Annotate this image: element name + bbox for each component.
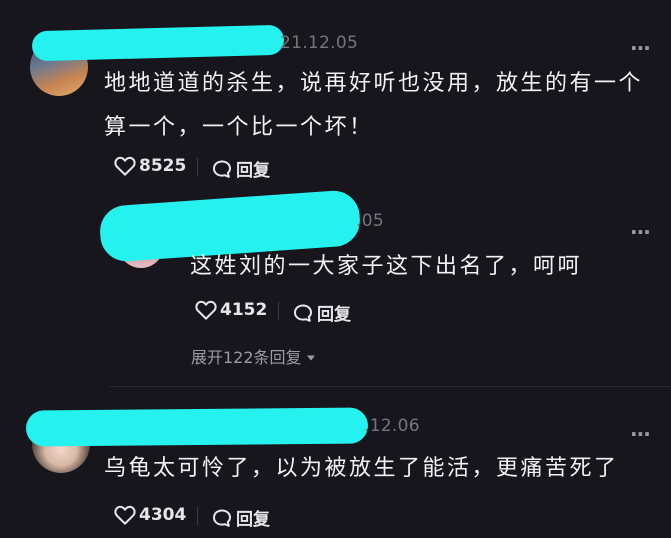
comment-date: .12.06	[364, 416, 420, 436]
username-redaction	[25, 407, 369, 447]
like-button[interactable]: 8525	[114, 156, 186, 176]
chevron-down-icon	[306, 347, 316, 366]
more-options-button[interactable]: ...	[630, 419, 651, 439]
more-options-button[interactable]: ...	[630, 33, 651, 53]
comment-bubble-icon	[212, 159, 232, 179]
comment-date: .05	[356, 211, 384, 231]
reply-button[interactable]: 回复	[212, 505, 270, 530]
like-button[interactable]: 4152	[195, 300, 267, 320]
action-divider	[197, 507, 198, 525]
heart-icon	[114, 156, 136, 176]
comment-date: 21.12.05	[280, 33, 359, 53]
reply-label: 回复	[317, 305, 351, 325]
comment-text: 这姓刘的一大家子这下出名了，呵呵	[190, 254, 583, 279]
like-count: 8525	[139, 156, 187, 176]
heart-icon	[195, 300, 217, 320]
like-button[interactable]: 4304	[114, 505, 186, 525]
reply-label: 回复	[236, 510, 270, 530]
comment-text: 地地道道的杀生，说再好听也没用，放生的有一个算一个，一个比一个坏！	[104, 71, 644, 140]
comment-separator	[110, 386, 671, 387]
reply-label: 回复	[236, 161, 270, 181]
reply-button[interactable]: 回复	[293, 300, 351, 325]
comment-bubble-icon	[212, 508, 232, 528]
expand-replies-label: 展开122条回复	[191, 348, 302, 367]
action-divider	[197, 158, 198, 176]
heart-icon	[114, 505, 136, 525]
more-options-button[interactable]: ...	[630, 217, 651, 237]
like-count: 4304	[139, 505, 187, 525]
username-redaction	[31, 24, 285, 62]
comment-bubble-icon	[293, 303, 313, 323]
expand-replies-button[interactable]: 展开122条回复	[191, 344, 316, 368]
like-count: 4152	[220, 300, 268, 320]
comment-text: 乌龟太可怜了，以为被放生了能活，更痛苦死了	[104, 456, 619, 481]
reply-button[interactable]: 回复	[212, 156, 270, 181]
action-divider	[278, 302, 279, 320]
